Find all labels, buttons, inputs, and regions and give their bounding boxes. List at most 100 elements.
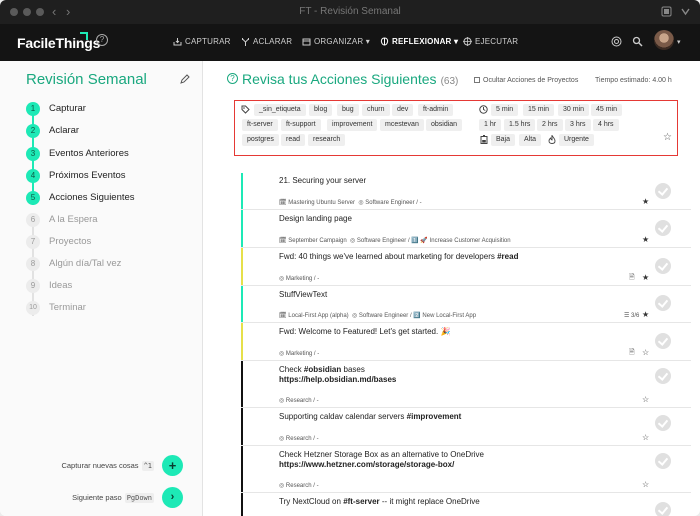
complete-check-button[interactable] bbox=[655, 415, 671, 431]
action-tag[interactable]: #obsidian bbox=[304, 365, 341, 374]
star-icon[interactable]: ★ bbox=[642, 197, 649, 206]
action-title-rest: -- it might replace OneDrive bbox=[381, 497, 480, 506]
tag-filter-chip[interactable]: ft-admin bbox=[418, 104, 454, 116]
action-row[interactable]: Check Hetzner Storage Box as an alternat… bbox=[241, 446, 691, 493]
time-filter-chip[interactable]: 5 min bbox=[491, 104, 519, 116]
area-icon: ◎ bbox=[279, 276, 286, 282]
action-row[interactable]: Supporting caldav calendar servers #impr… bbox=[241, 408, 691, 446]
tag-filter-chip[interactable]: bug bbox=[337, 104, 359, 116]
time-filter-chip[interactable]: 1 hr bbox=[479, 119, 502, 131]
page-title-text: Revisa tus Acciones Siguientes bbox=[242, 71, 437, 87]
time-filter-chip[interactable]: 3 hrs bbox=[565, 119, 591, 131]
nav-reflexionar[interactable]: REFLEXIONAR ▾ bbox=[380, 37, 458, 46]
note-icon: 🗎 bbox=[629, 349, 635, 356]
energy-filter-chip[interactable]: Alta bbox=[519, 134, 542, 146]
tag-filter-chip[interactable]: _sin_etiqueta bbox=[254, 104, 306, 116]
help-icon[interactable]: ? bbox=[96, 34, 108, 46]
step-number: 3 bbox=[26, 147, 40, 161]
star-icon[interactable]: ☆ bbox=[642, 480, 649, 489]
tag-filter-chip[interactable]: research bbox=[308, 134, 346, 146]
tag-filter-chip[interactable]: ft-support bbox=[281, 119, 321, 131]
share-icon[interactable] bbox=[661, 6, 672, 17]
step-label: Terminar bbox=[49, 302, 86, 313]
action-tag[interactable]: #read bbox=[497, 252, 518, 261]
nav-capturar[interactable]: CAPTURAR bbox=[173, 37, 231, 46]
tag-filter-chip[interactable]: blog bbox=[309, 104, 333, 116]
star-icon[interactable]: ★ bbox=[642, 235, 649, 244]
action-count: (63) bbox=[440, 76, 459, 87]
step-label: Aclarar bbox=[49, 125, 80, 136]
nav-ejecutar[interactable]: EJECUTAR bbox=[463, 37, 518, 46]
time-filter-chip[interactable]: 45 min bbox=[591, 104, 623, 116]
action-row[interactable]: 21. Securing your server 🗓 Mastering Ubu… bbox=[241, 173, 691, 210]
complete-check-button[interactable] bbox=[655, 368, 671, 384]
filter-panel: _sin_etiqueta blog bug churn dev ft-admi… bbox=[234, 100, 678, 156]
area-color-bar bbox=[241, 173, 243, 209]
priority-filter-chip[interactable]: Urgente bbox=[559, 134, 594, 146]
complete-check-button[interactable] bbox=[655, 258, 671, 274]
star-icon[interactable]: ☆ bbox=[642, 395, 649, 404]
star-icon[interactable]: ☆ bbox=[642, 433, 649, 442]
action-row[interactable]: Fwd: Welcome to Featured! Let's get star… bbox=[241, 323, 691, 361]
tag-filter-chip[interactable]: churn bbox=[362, 104, 390, 116]
action-row[interactable]: Design landing page 🗓 September Campaign… bbox=[241, 210, 691, 248]
tag-filter-chip[interactable]: dev bbox=[392, 104, 414, 116]
area-icon: ◎ bbox=[279, 436, 286, 442]
tag-icon bbox=[241, 105, 250, 114]
action-row[interactable]: Fwd: 40 things we've learned about marke… bbox=[241, 248, 691, 286]
step-number: 4 bbox=[26, 169, 40, 183]
action-link[interactable]: https://www.hetzner.com/storage/storage-… bbox=[279, 460, 454, 469]
help-icon[interactable]: ? bbox=[227, 73, 238, 84]
search-icon[interactable] bbox=[632, 36, 643, 47]
action-row[interactable]: StuffViewText 🗓 Local-First App (alpha) … bbox=[241, 286, 691, 323]
time-filter-chip[interactable]: 4 hrs bbox=[593, 119, 619, 131]
calendar-icon bbox=[302, 38, 311, 46]
star-icon[interactable]: ☆ bbox=[642, 348, 649, 357]
nav-organizar[interactable]: ORGANIZAR ▾ bbox=[302, 37, 370, 46]
avatar[interactable] bbox=[654, 30, 674, 50]
time-filter-chip[interactable]: 30 min bbox=[558, 104, 590, 116]
next-step-button[interactable]: › bbox=[162, 487, 183, 508]
tag-filter-chip[interactable]: obsidian bbox=[426, 119, 463, 131]
focus-target-icon[interactable] bbox=[611, 36, 622, 47]
review-sidebar: Revisión Semanal 1 Capturar 2 Aclarar 3 Eve… bbox=[0, 61, 203, 516]
tag-filter-chip[interactable]: ft-server bbox=[242, 119, 278, 131]
tag-filter-chip[interactable]: read bbox=[281, 134, 306, 146]
time-filter-chip[interactable]: 15 min bbox=[523, 104, 555, 116]
action-title: StuffViewText bbox=[279, 290, 328, 299]
hide-projects-toggle[interactable]: Ocultar Acciones de Proyectos bbox=[474, 77, 578, 84]
action-tag[interactable]: #improvement bbox=[407, 412, 462, 421]
pencil-icon[interactable] bbox=[180, 74, 190, 84]
chevron-down-icon[interactable]: ▾ bbox=[677, 38, 681, 46]
nav-aclarar[interactable]: ACLARAR bbox=[241, 37, 292, 46]
star-icon[interactable]: ★ bbox=[642, 273, 649, 282]
complete-check-button[interactable] bbox=[655, 502, 671, 516]
area-color-bar bbox=[241, 408, 243, 445]
complete-check-button[interactable] bbox=[655, 183, 671, 199]
action-tag[interactable]: #ft-server bbox=[343, 497, 379, 506]
complete-check-button[interactable] bbox=[655, 295, 671, 311]
time-filter-chip[interactable]: 2 hrs bbox=[537, 119, 563, 131]
action-link[interactable]: https://help.obsidian.md/bases bbox=[279, 375, 396, 384]
tag-filter-chip[interactable]: improvement bbox=[327, 119, 378, 131]
star-filter-icon[interactable]: ☆ bbox=[663, 132, 672, 143]
tag-filter-chip[interactable]: postgres bbox=[242, 134, 279, 146]
action-project: Mastering Ubuntu Server bbox=[288, 200, 355, 206]
note-icon: 🗎 bbox=[629, 274, 635, 281]
subtasks-count: ☰ 3/6 bbox=[624, 312, 639, 319]
next-step-shortcut: PgDown bbox=[124, 493, 154, 503]
tag-filter-chip[interactable]: mcestevan bbox=[380, 119, 424, 131]
extensions-icon[interactable] bbox=[680, 6, 691, 17]
action-title-rest: bases bbox=[343, 365, 365, 374]
time-filter-chip[interactable]: 1.5 hrs bbox=[504, 119, 536, 131]
action-meta: 🗓 Local-First App (alpha) ◎ Software Eng… bbox=[279, 312, 476, 319]
action-row[interactable]: Check #obsidian bases https://help.obsid… bbox=[241, 361, 691, 408]
capture-button[interactable]: + bbox=[162, 455, 183, 476]
star-icon[interactable]: ★ bbox=[642, 310, 649, 319]
complete-check-button[interactable] bbox=[655, 453, 671, 469]
complete-check-button[interactable] bbox=[655, 333, 671, 349]
next-step-label: Siguiente paso bbox=[72, 493, 122, 502]
action-row[interactable]: Try NextCloud on #ft-server -- it might … bbox=[241, 493, 691, 516]
complete-check-button[interactable] bbox=[655, 220, 671, 236]
energy-filter-chip[interactable]: Baja bbox=[491, 134, 516, 146]
